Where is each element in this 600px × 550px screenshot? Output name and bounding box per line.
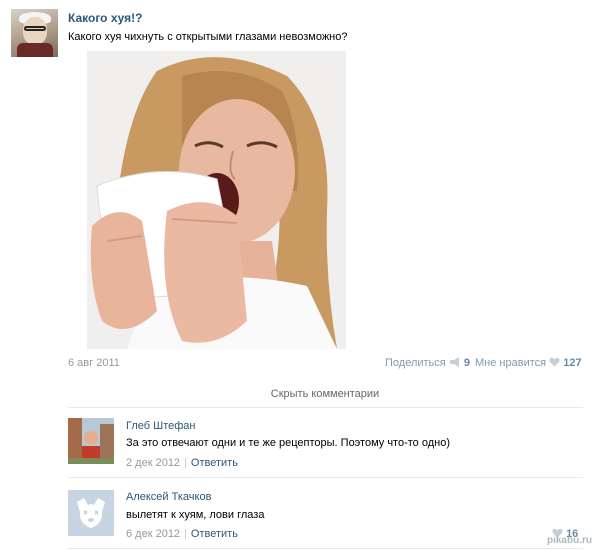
share-label: Поделиться: [385, 357, 446, 369]
comment-divider: [68, 477, 583, 478]
post-photo[interactable]: [87, 51, 346, 349]
post-date[interactable]: 6 авг 2011: [68, 357, 120, 369]
megaphone-icon: [449, 357, 464, 369]
reply-button[interactable]: Ответить: [191, 457, 238, 469]
sneezing-girl-illustration: [87, 51, 346, 349]
watermark: pikabu.ru: [546, 535, 592, 546]
dog-face-icon: [68, 490, 114, 536]
post-title[interactable]: Какого хуя!?: [68, 11, 143, 25]
like-button[interactable]: Мне нравится 127: [475, 357, 582, 369]
comment-date[interactable]: 6 дек 2012: [126, 528, 180, 540]
share-button[interactable]: Поделиться 9: [385, 357, 470, 369]
comment-avatar[interactable]: [68, 418, 114, 464]
comment-author[interactable]: Глеб Штефан: [126, 420, 195, 432]
post-author-avatar[interactable]: [11, 9, 58, 57]
comments-divider: [68, 407, 583, 408]
like-label: Мне нравится: [475, 357, 547, 369]
comment-meta: 2 дек 2012 | Ответить: [126, 457, 238, 469]
hide-comments-link[interactable]: Скрыть комментарии: [0, 388, 600, 400]
share-count: 9: [463, 357, 470, 369]
comment-meta: 6 дек 2012 | Ответить: [126, 528, 238, 540]
post-text: Какого хуя чихнуть с открытыми глазами н…: [68, 31, 348, 43]
comment-avatar[interactable]: [68, 490, 114, 536]
comment-text: За это отвечают одни и те же рецепторы. …: [126, 437, 450, 449]
like-count: 127: [563, 357, 582, 369]
comment-divider: [68, 548, 583, 549]
reply-button[interactable]: Ответить: [191, 528, 238, 540]
comment-author[interactable]: Алексей Ткачков: [126, 491, 211, 503]
comment-text: вылетят к хуям, лови глаза: [126, 509, 265, 521]
comment-date[interactable]: 2 дек 2012: [126, 457, 180, 469]
heart-icon: [549, 357, 563, 369]
